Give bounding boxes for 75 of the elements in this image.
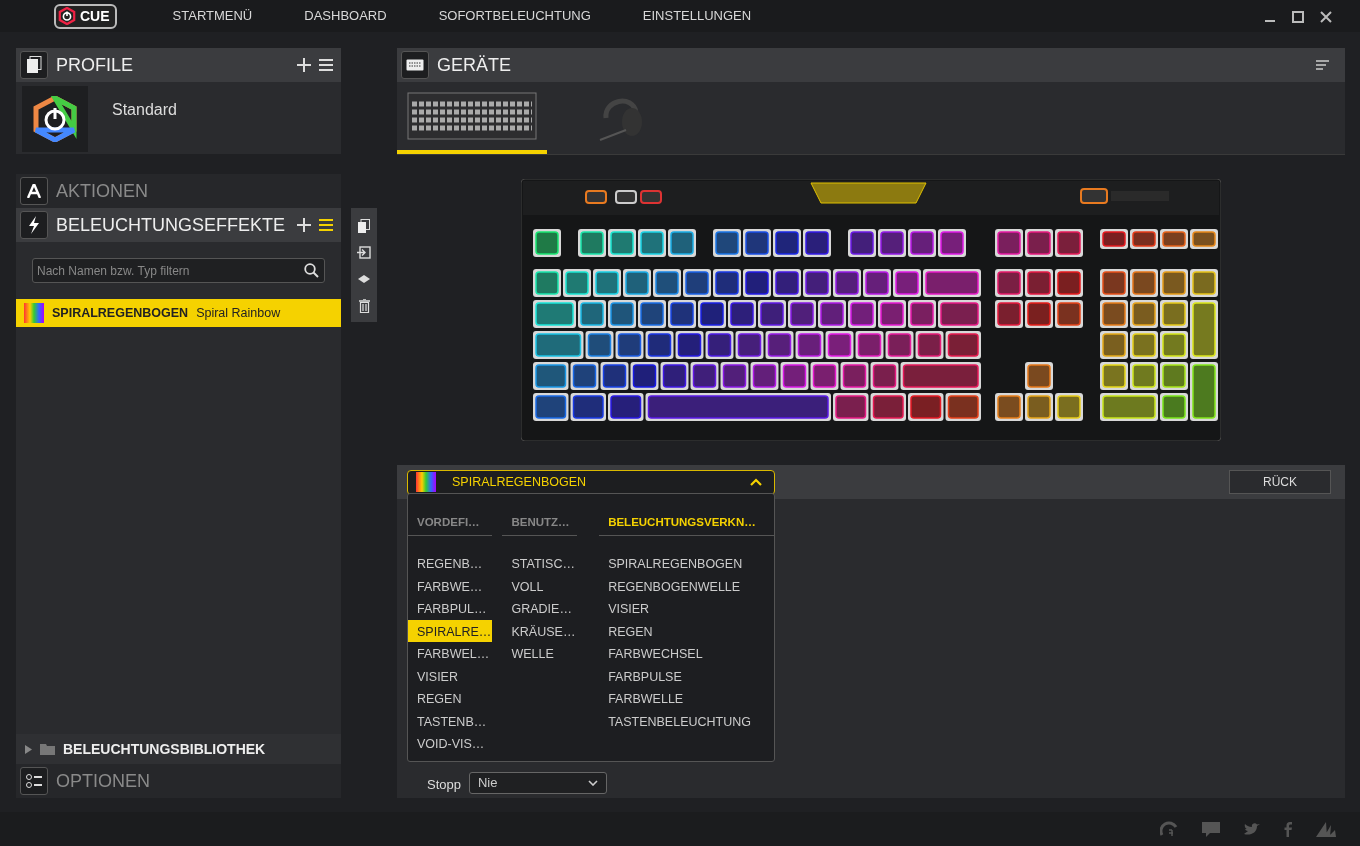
options-title: OPTIONEN	[56, 769, 150, 793]
options-header[interactable]: OPTIONEN	[16, 764, 341, 798]
effect-dropdown[interactable]: SPIRALREGENBOGEN	[407, 469, 775, 495]
profiles-title: PROFILE	[56, 53, 134, 77]
menu-item[interactable]: VISIER	[599, 597, 774, 620]
menu-item[interactable]: VOID-VIS…	[408, 732, 493, 755]
menu-item[interactable]: TASTENBELEUCHTUNG	[599, 709, 774, 733]
lighting-effects-title: BELEUCHTUNGSEFFEKTE	[56, 213, 286, 237]
menu-item[interactable]: FARBPULSE	[599, 664, 774, 688]
menu-item[interactable]: FARBWECHSEL	[599, 642, 774, 665]
menu-item[interactable]: REGENB…	[408, 552, 493, 575]
chevron-down-icon	[588, 780, 598, 786]
minimize-icon	[1264, 20, 1276, 22]
menu-tab[interactable]: BELEUCHTUNGSVERKN…	[599, 510, 774, 537]
nav-link[interactable]: SOFORTBELEUCHTUNG	[412, 6, 617, 26]
effect-name: SPIRALREGENBOGEN	[52, 304, 189, 322]
menu-item[interactable]: WELLE	[502, 642, 578, 665]
nav-link[interactable]: DASHBOARD	[278, 6, 413, 26]
search-icon	[304, 263, 319, 278]
options-list-icon	[20, 767, 48, 795]
keyboard-thumbnail-icon	[407, 92, 537, 140]
menu-item[interactable]: SPIRALREGENBOGEN	[599, 552, 774, 575]
lightning-icon	[20, 211, 48, 239]
effect-type: Spiral Rainbow	[196, 304, 281, 322]
add-icon[interactable]	[297, 58, 311, 72]
pages-icon	[26, 56, 42, 74]
rainbow-swatch-icon	[416, 472, 436, 492]
menu-item[interactable]: VOLL	[502, 574, 578, 598]
menu-item[interactable]: REGEN	[599, 619, 774, 643]
menu-item[interactable]: REGEN	[408, 687, 493, 710]
menu-item[interactable]: FARBPUL…	[408, 597, 493, 620]
menu-item[interactable]: FARBWE…	[408, 574, 493, 598]
menu-item[interactable]: FARBWELLE	[599, 687, 774, 710]
add-icon[interactable]	[297, 218, 311, 232]
menu-icon[interactable]	[319, 59, 333, 71]
menu-item[interactable]: GRADIE…	[502, 597, 578, 620]
menu-item[interactable]: STATISC…	[502, 552, 578, 575]
menu-item[interactable]: FARBWEL…	[408, 642, 493, 665]
effect-row[interactable]: SPIRALREGENBOGEN Spiral Rainbow	[16, 299, 341, 327]
library-title: BELEUCHTUNGSBIBLIOTHEK	[63, 739, 266, 759]
actions-title: AKTIONEN	[56, 179, 148, 203]
folder-icon	[40, 743, 55, 755]
library-row[interactable]: BELEUCHTUNGSBIBLIOTHEK	[16, 734, 341, 764]
chevron-icon	[750, 478, 762, 486]
close-icon	[1320, 10, 1332, 23]
letter-a-icon	[20, 177, 48, 205]
power-logo-icon	[58, 7, 76, 25]
filter-menu-icon[interactable]	[1316, 60, 1329, 70]
profile-item[interactable]: Standard	[16, 82, 341, 154]
app-logo[interactable]: CUE	[54, 3, 117, 29]
menu-tab[interactable]: BENUTZ…	[502, 510, 578, 537]
menu-item[interactable]: REGENBOGENWELLE	[599, 574, 774, 598]
nav-link[interactable]: EINSTELLUNGEN	[616, 6, 778, 26]
nav-link[interactable]: STARTMENÜ	[146, 6, 279, 26]
menu-icon[interactable]	[319, 219, 333, 231]
search-field[interactable]: Nach Namen bzw. Typ filtern	[32, 258, 325, 283]
import-icon	[357, 246, 371, 260]
stop-select[interactable]: Nie	[469, 772, 607, 794]
diamond-icon	[358, 275, 370, 284]
back-button[interactable]: RÜCK	[1229, 470, 1331, 494]
maximize-icon	[1292, 10, 1304, 23]
rainbow-swatch-icon	[24, 303, 44, 323]
trash-icon	[358, 298, 370, 313]
menu-tab[interactable]: VORDEFI…	[408, 510, 493, 537]
menu-item[interactable]: VISIER	[408, 664, 493, 688]
profile-logo-icon	[22, 86, 88, 152]
menu-item[interactable]: KRÄUSE…	[502, 619, 578, 643]
profile-name: Standard	[112, 100, 177, 120]
keyboard-icon	[401, 51, 429, 79]
menu-item[interactable]: TASTENB…	[408, 709, 493, 733]
stop-label: Stopp	[427, 775, 461, 794]
devices-title: GERÄTE	[437, 53, 511, 77]
actions-header[interactable]: AKTIONEN	[16, 174, 341, 208]
copy-icon	[358, 219, 370, 234]
menu-item[interactable]: SPIRALRE…	[408, 619, 493, 643]
